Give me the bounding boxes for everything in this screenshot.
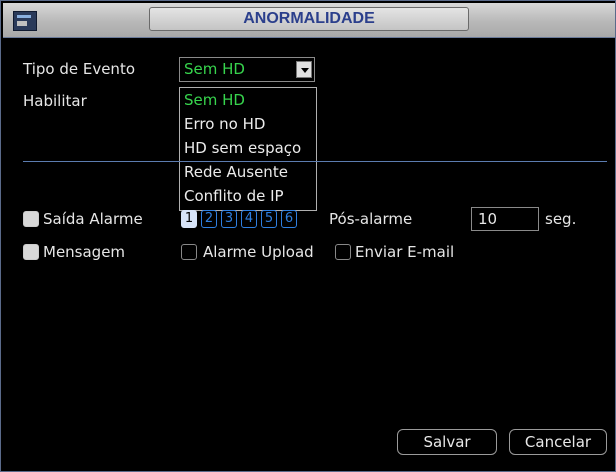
cancel-button[interactable]: Cancelar (509, 429, 607, 455)
channel-button[interactable]: 1 (181, 210, 197, 228)
title-bar: ANORMALIDADE (3, 3, 615, 38)
option-erro-no-hd[interactable]: Erro no HD (184, 115, 265, 133)
option-sem-hd[interactable]: Sem HD (184, 91, 245, 109)
post-alarm-input[interactable]: 10 (471, 207, 539, 231)
abnormality-dialog: ANORMALIDADE Tipo de Evento Sem HD Habil… (0, 0, 616, 472)
event-type-select[interactable]: Sem HD (179, 57, 315, 82)
option-conflito-de-ip[interactable]: Conflito de IP (184, 187, 284, 205)
post-alarm-value: 10 (478, 210, 498, 228)
event-type-dropdown: Sem HD Erro no HD HD sem espaço Rede Aus… (179, 87, 317, 211)
save-button[interactable]: Salvar (397, 429, 497, 455)
send-email-checkbox[interactable] (335, 244, 351, 260)
dvr-window-icon (13, 11, 37, 31)
alarm-output-label: Saída Alarme (43, 210, 143, 228)
section-divider (23, 161, 607, 162)
post-alarm-label: Pós-alarme (329, 210, 413, 228)
chevron-down-icon[interactable] (296, 61, 312, 78)
option-rede-ausente[interactable]: Rede Ausente (184, 163, 288, 181)
alarm-output-checkbox[interactable] (23, 211, 39, 227)
channel-button[interactable]: 3 (221, 210, 237, 228)
send-email-label: Enviar E-mail (355, 243, 455, 261)
option-hd-sem-espaco[interactable]: HD sem espaço (184, 139, 301, 157)
enable-label: Habilitar (23, 92, 87, 110)
alarm-upload-label: Alarme Upload (203, 243, 314, 261)
message-checkbox[interactable] (23, 244, 39, 260)
message-label: Mensagem (43, 243, 126, 261)
channel-button[interactable]: 6 (281, 210, 297, 228)
channel-button[interactable]: 5 (261, 210, 277, 228)
event-type-value: Sem HD (184, 60, 245, 78)
channel-button[interactable]: 4 (241, 210, 257, 228)
event-type-label: Tipo de Evento (23, 60, 136, 78)
alarm-upload-checkbox[interactable] (181, 244, 197, 260)
post-alarm-unit: seg. (545, 210, 577, 228)
channel-button[interactable]: 2 (201, 210, 217, 228)
dialog-title: ANORMALIDADE (243, 10, 375, 27)
